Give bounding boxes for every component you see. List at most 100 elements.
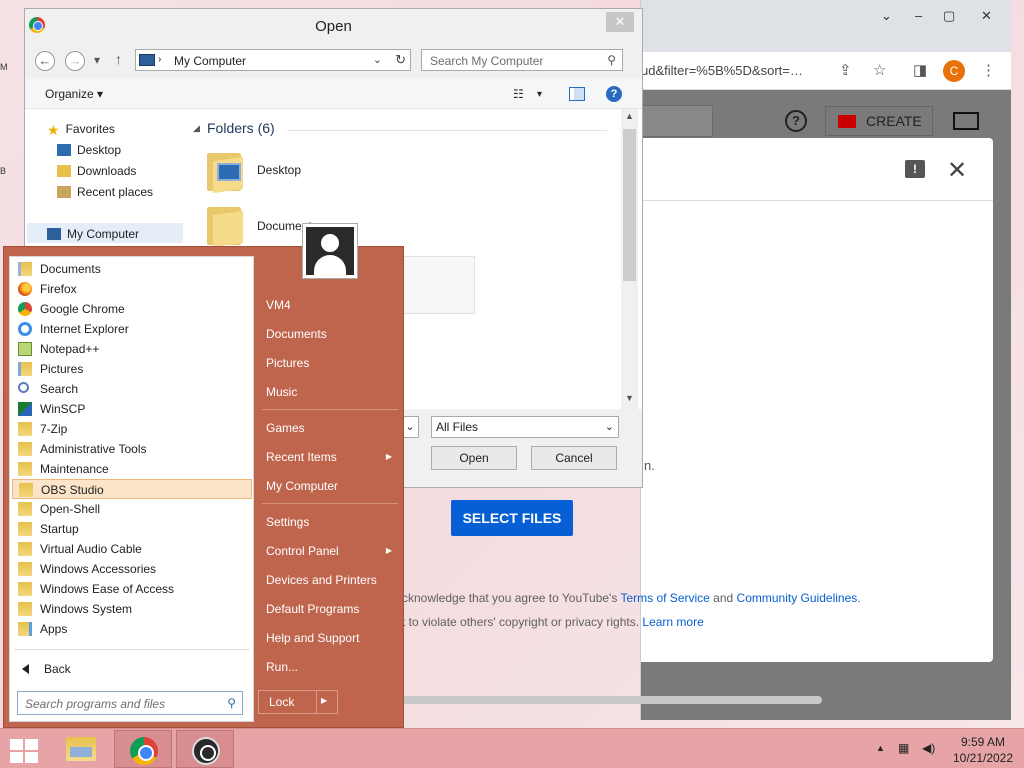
learn-more-link[interactable]: Learn more (642, 615, 703, 629)
preview-pane-icon[interactable] (569, 87, 585, 101)
menu-item-documents[interactable]: Documents (258, 322, 400, 346)
menu-item-control-panel[interactable]: Control Panel ▶ (258, 539, 400, 563)
search-input[interactable]: Search My Computer ⚲ (421, 49, 623, 71)
forward-arrow-icon[interactable]: → (65, 51, 85, 71)
folder-label[interactable]: Desktop (257, 163, 301, 177)
open-button[interactable]: Open (431, 446, 517, 470)
chrome-titlebar: ⌄ – ▢ ✕ (641, 0, 1011, 52)
tray-overflow-icon[interactable]: ▲ (876, 743, 885, 753)
horizontal-scrollbar[interactable] (402, 696, 822, 704)
sidepanel-icon[interactable]: ◨ (913, 61, 927, 79)
vertical-scrollbar[interactable]: ▲ ▼ (621, 109, 638, 409)
scroll-thumb[interactable] (623, 129, 636, 281)
taskbar-chrome[interactable] (114, 730, 172, 768)
nav-desktop[interactable]: Desktop (57, 143, 121, 157)
program-item[interactable]: Open-Shell (12, 499, 252, 519)
back-button[interactable]: Back (12, 657, 252, 681)
program-item[interactable]: Firefox (12, 279, 252, 299)
menu-item-devices-printers[interactable]: Devices and Printers (258, 568, 400, 592)
collapse-icon[interactable]: ◢ (193, 123, 200, 134)
program-item[interactable]: Maintenance (12, 459, 252, 479)
scroll-up-icon[interactable]: ▲ (625, 111, 634, 121)
menu-item-recent-items[interactable]: Recent Items ▶ (258, 445, 400, 469)
breadcrumb-chevron-icon[interactable]: › (158, 54, 161, 65)
url-text[interactable]: ud&filter=%5B%5D&sort=… (641, 63, 803, 78)
nav-recent-places[interactable]: Recent places (57, 185, 153, 199)
maximize-icon[interactable]: ▢ (943, 8, 955, 24)
more-icon[interactable]: ⋮ (981, 61, 996, 79)
terms-link[interactable]: Terms of Service (620, 591, 709, 605)
program-item[interactable]: Windows Ease of Access (12, 579, 252, 599)
create-button[interactable]: CREATE (825, 106, 933, 136)
file-type-select[interactable]: All Files ⌄ (431, 416, 619, 438)
program-item[interactable]: 7-Zip (12, 419, 252, 439)
start-button[interactable] (8, 737, 38, 763)
program-item[interactable]: Documents (12, 259, 252, 279)
share-icon[interactable]: ⇪ (839, 61, 852, 79)
program-item[interactable]: Virtual Audio Cable (12, 539, 252, 559)
address-bar[interactable]: › My Computer ⌄ ↻ (135, 49, 411, 71)
lock-button[interactable]: Lock ▶ (258, 690, 338, 714)
menu-item-music[interactable]: Music (258, 380, 400, 404)
menu-item-help-support[interactable]: Help and Support (258, 626, 400, 650)
program-item[interactable]: Internet Explorer (12, 319, 252, 339)
program-item[interactable]: Administrative Tools (12, 439, 252, 459)
menu-item-my-computer[interactable]: My Computer (258, 474, 400, 498)
view-options-icon[interactable]: ☷ (513, 87, 529, 101)
close-icon[interactable]: ✕ (947, 156, 967, 185)
folder-desktop[interactable] (207, 149, 245, 194)
program-item[interactable]: Startup (12, 519, 252, 539)
programs-search-input[interactable]: Search programs and files ⚲ (17, 691, 243, 715)
taskbar-obs[interactable] (176, 730, 234, 768)
organize-button[interactable]: Organize ▾ (45, 87, 103, 101)
program-item[interactable]: WinSCP (12, 399, 252, 419)
scroll-down-icon[interactable]: ▼ (625, 393, 634, 403)
cancel-button[interactable]: Cancel (531, 446, 617, 470)
menu-item-pictures[interactable]: Pictures (258, 351, 400, 375)
program-item[interactable]: Google Chrome (12, 299, 252, 319)
up-arrow-icon[interactable]: ↑ (115, 51, 122, 67)
profile-avatar[interactable]: C (943, 60, 965, 82)
menu-item-games[interactable]: Games (258, 416, 400, 440)
taskbar-file-explorer[interactable] (52, 730, 110, 768)
feedback-icon[interactable]: ! (905, 160, 925, 178)
program-item-selected[interactable]: OBS Studio (12, 479, 252, 499)
nav-my-computer[interactable]: My Computer (47, 227, 139, 241)
dialog-titlebar[interactable]: Open ✕ (25, 9, 642, 43)
user-picture[interactable] (302, 223, 358, 279)
program-item[interactable]: Search (12, 379, 252, 399)
menu-item-vm4[interactable]: VM4 (258, 293, 400, 317)
program-item[interactable]: Notepad++ (12, 339, 252, 359)
menu-item-default-programs[interactable]: Default Programs (258, 597, 400, 621)
help-icon[interactable]: ? (606, 86, 622, 102)
refresh-icon[interactable]: ↻ (395, 52, 406, 68)
minimize-icon[interactable]: – (915, 8, 922, 23)
cast-icon[interactable] (953, 112, 979, 130)
chevron-down-icon[interactable]: ⌄ (881, 8, 892, 24)
star-icon[interactable]: ☆ (873, 61, 886, 79)
guidelines-link[interactable]: Community Guidelines (737, 591, 858, 605)
nav-downloads[interactable]: Downloads (57, 164, 136, 178)
program-item[interactable]: Apps (12, 619, 252, 639)
program-item[interactable]: Pictures (12, 359, 252, 379)
network-icon[interactable]: ▦ (898, 741, 909, 755)
menu-item-settings[interactable]: Settings (258, 510, 400, 534)
select-files-button[interactable]: SELECT FILES (451, 500, 573, 536)
back-arrow-icon[interactable]: ← (35, 51, 55, 71)
youtube-search-box[interactable] (641, 105, 713, 137)
search-icon: ⚲ (227, 696, 236, 710)
close-button[interactable]: ✕ (606, 12, 634, 32)
view-dropdown-icon[interactable]: ▾ (537, 89, 553, 103)
help-icon[interactable]: ? (785, 110, 807, 132)
program-item[interactable]: Windows Accessories (12, 559, 252, 579)
history-dropdown-icon[interactable]: ▾ (94, 53, 100, 67)
menu-item-run[interactable]: Run... (258, 655, 400, 679)
program-item[interactable]: Windows System (12, 599, 252, 619)
folder-documents[interactable] (207, 203, 245, 248)
shutdown-options-arrow-icon[interactable]: ▶ (321, 696, 327, 705)
volume-icon[interactable]: ◀) (922, 741, 935, 755)
clock[interactable]: 9:59 AM 10/21/2022 (950, 734, 1016, 766)
close-icon[interactable]: ✕ (981, 8, 992, 24)
nav-favorites[interactable]: ★ Favorites (47, 122, 115, 138)
address-dropdown-icon[interactable]: ⌄ (373, 53, 382, 66)
